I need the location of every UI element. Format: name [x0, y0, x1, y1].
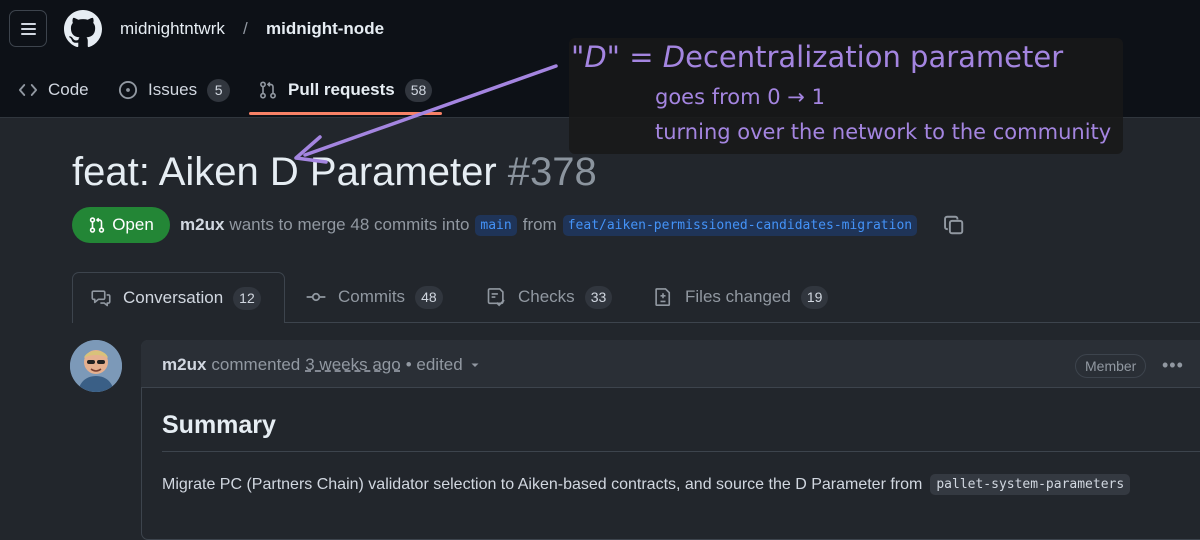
annotation-arrow	[294, 64, 558, 164]
